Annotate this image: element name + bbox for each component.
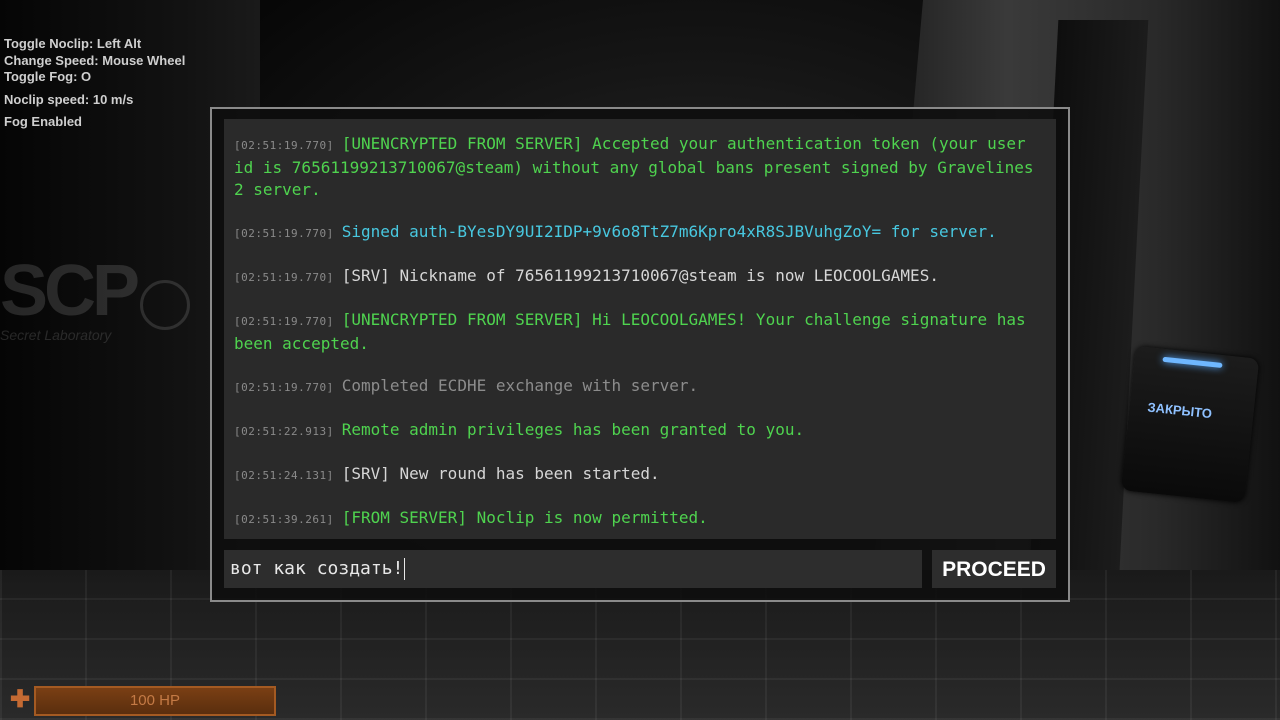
console-entry: [02:51:24.131] [SRV] New round has been s… [234,463,1034,487]
console-entry: [02:51:19.770] [UNENCRYPTED FROM SERVER] … [234,133,1034,201]
console-entry-message: [SRV] New round has been started. [341,464,660,483]
console-entry-message: Signed auth-BYesDY9UI2IDP+9v6o8TtZ7m6Kpr… [341,222,997,241]
console-entry-timestamp: [02:51:22.913] [234,425,334,438]
console-entry-message: [FROM SERVER] Noclip is now permitted. [341,508,708,527]
panel-light-icon [1162,356,1223,369]
hud-noclip-speed: Noclip speed: 10 m/s [4,91,134,107]
console-entry: [02:51:19.770] Signed auth-BYesDY9UI2IDP+… [234,221,1034,245]
console-command-input[interactable]: вот как создать! [224,550,922,588]
health-plus-icon: ✚ [10,686,31,713]
console-entry-timestamp: [02:51:19.770] [234,315,334,328]
console-entry-message: Completed ECDHE exchange with server. [341,376,699,395]
hud-toggle-fog: Toggle Fog: O [4,69,92,84]
console-entry-timestamp: [02:51:19.770] [234,381,334,394]
console-entry-message: [UNENCRYPTED FROM SERVER] Hi LEOCOOLGAME… [234,310,1026,353]
noclip-hud: Toggle Noclip: Left Alt Change Speed: Mo… [4,36,185,131]
health-bar: 100 HP [34,686,276,716]
remote-admin-console: [02:51:19.770] [UNENCRYPTED FROM SERVER] … [210,107,1070,602]
console-entry-timestamp: [02:51:19.770] [234,139,334,152]
proceed-button[interactable]: PROCEED [932,550,1056,588]
console-entry: [02:51:19.770] [UNENCRYPTED FROM SERVER] … [234,309,1034,355]
health-text: 100 HP [129,692,181,709]
console-log[interactable]: [02:51:19.770] [UNENCRYPTED FROM SERVER] … [224,119,1056,539]
console-entry-timestamp: [02:51:19.770] [234,271,334,284]
hud-toggle-noclip: Toggle Noclip: Left Alt [4,36,142,51]
console-entry-timestamp: [02:51:19.770] [234,227,334,240]
console-entry: [02:51:39.261] [FROM SERVER] Noclip is no… [234,507,1034,531]
scp-logo-emblem-icon [140,280,190,330]
console-input-text: вот как создать! [230,558,404,579]
scp-wall-logo: SCP Secret Laboratory [0,255,200,365]
console-entry-message: [SRV] Nickname of 76561199213710067@stea… [341,266,939,285]
text-caret [404,558,406,580]
console-entry: [02:51:19.770] Completed ECDHE exchange w… [234,375,1034,399]
door-keycard-panel: ЗАКРЫТО [1120,345,1260,504]
console-entry-message: Remote admin privileges has been granted… [341,420,805,439]
console-entry: [02:51:22.913] Remote admin privileges ha… [234,419,1034,443]
door-panel-label: ЗАКРЫТО [1146,399,1213,422]
hud-fog-status: Fog Enabled [4,114,82,129]
console-entry: [02:51:19.770] [SRV] Nickname of 76561199… [234,265,1034,289]
hud-change-speed: Change Speed: Mouse Wheel [4,52,186,68]
console-entry-timestamp: [02:51:24.131] [234,469,334,482]
console-entry-message: [UNENCRYPTED FROM SERVER] Accepted your … [234,134,1034,199]
console-entry-timestamp: [02:51:39.261] [234,513,334,526]
